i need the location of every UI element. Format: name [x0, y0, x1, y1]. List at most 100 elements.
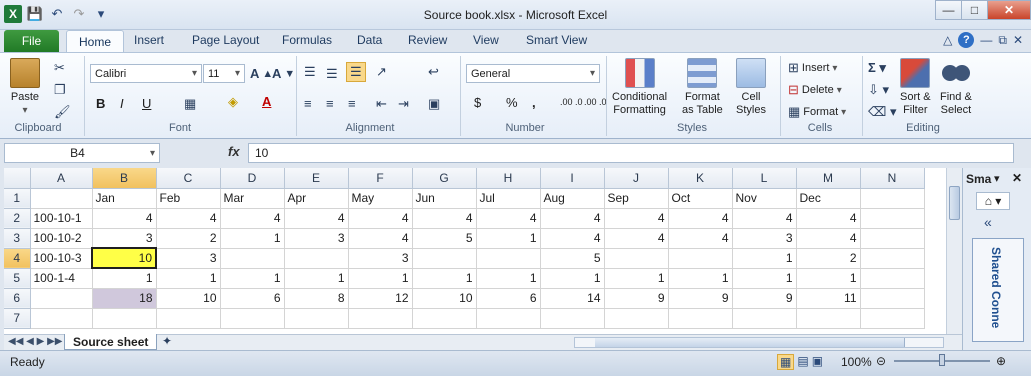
- cell-h2[interactable]: 4: [476, 208, 541, 229]
- cell-table[interactable]: ABCDEFGHIJKLMN 1 Jan Feb Mar Apr May Jun Jul Aug…: [4, 168, 925, 329]
- cell-b3[interactable]: 3: [92, 228, 157, 249]
- cell-d5[interactable]: 1: [220, 268, 285, 289]
- cell-j2[interactable]: 4: [604, 208, 669, 229]
- cell-e1[interactable]: Apr: [284, 188, 349, 209]
- cell-m4[interactable]: 2: [796, 248, 861, 269]
- cell-d4[interactable]: [220, 248, 285, 269]
- fill-color-icon[interactable]: ◈: [228, 94, 238, 110]
- cell-m1[interactable]: Dec: [796, 188, 861, 209]
- cell-a4[interactable]: 100-10-3: [30, 248, 93, 269]
- cell-f4[interactable]: 3: [348, 248, 413, 269]
- cell-d2[interactable]: 4: [220, 208, 285, 229]
- column-header-i[interactable]: I: [540, 168, 605, 189]
- cell-a2[interactable]: 100-10-1: [30, 208, 93, 229]
- page-layout-view-icon[interactable]: ▤: [797, 354, 808, 370]
- cell-j5[interactable]: 1: [604, 268, 669, 289]
- clear-icon[interactable]: ⌫ ▾: [868, 104, 897, 120]
- percent-button[interactable]: %: [506, 95, 518, 110]
- cell-j7[interactable]: [604, 308, 669, 329]
- cell-b6[interactable]: 18: [92, 288, 157, 309]
- cell-g4[interactable]: [412, 248, 477, 269]
- cell-e2[interactable]: 4: [284, 208, 349, 229]
- align-left-icon[interactable]: ≡: [304, 96, 312, 111]
- row-header[interactable]: 2: [4, 208, 31, 229]
- cell-n2[interactable]: [860, 208, 925, 229]
- row-header[interactable]: 6: [4, 288, 31, 309]
- cell-g6[interactable]: 10: [412, 288, 477, 309]
- select-all-corner[interactable]: [4, 168, 31, 189]
- autosum-icon[interactable]: Σ ▾: [868, 60, 886, 76]
- cell-b1[interactable]: Jan: [92, 188, 157, 209]
- column-header-k[interactable]: K: [668, 168, 733, 189]
- column-header-f[interactable]: F: [348, 168, 413, 189]
- row-header[interactable]: 7: [4, 308, 31, 329]
- horizontal-scroll-thumb[interactable]: [595, 338, 905, 347]
- cell-c5[interactable]: 1: [156, 268, 221, 289]
- tab-data[interactable]: Data: [357, 33, 382, 47]
- home-icon[interactable]: ⌂ ▾: [976, 192, 1010, 210]
- column-header-a[interactable]: A: [30, 168, 93, 189]
- cell-c3[interactable]: 2: [156, 228, 221, 249]
- column-header-d[interactable]: D: [220, 168, 285, 189]
- zoom-in-icon[interactable]: ⊕: [996, 354, 1006, 368]
- copy-icon[interactable]: ❐: [54, 82, 66, 98]
- tab-view[interactable]: View: [473, 33, 499, 47]
- decrease-decimal-button[interactable]: .00 .0: [584, 97, 607, 107]
- cell-i6[interactable]: 14: [540, 288, 605, 309]
- cell-n4[interactable]: [860, 248, 925, 269]
- cell-a6[interactable]: [30, 288, 93, 309]
- close-button[interactable]: ✕: [987, 0, 1031, 20]
- cell-k4[interactable]: [668, 248, 733, 269]
- cell-n7[interactable]: [860, 308, 925, 329]
- format-as-table-button[interactable]: Format as Table: [682, 58, 723, 117]
- cell-m5[interactable]: 1: [796, 268, 861, 289]
- tab-smart-view[interactable]: Smart View: [526, 33, 587, 47]
- delete-cells-button[interactable]: ⊟ Delete ▾: [788, 82, 842, 98]
- doc-restore-icon[interactable]: ⧉: [998, 33, 1007, 48]
- minimize-ribbon-icon[interactable]: △: [943, 33, 952, 47]
- sort-filter-button[interactable]: Sort & Filter: [900, 58, 931, 117]
- tab-home[interactable]: Home: [66, 30, 125, 53]
- currency-button[interactable]: $: [474, 95, 481, 110]
- row-header[interactable]: 4: [4, 248, 31, 269]
- sheet-nav-icon[interactable]: ◀◀ ◀ ▶ ▶▶: [8, 336, 62, 347]
- cell-g7[interactable]: [412, 308, 477, 329]
- cell-m6[interactable]: 11: [796, 288, 861, 309]
- cell-e6[interactable]: 8: [284, 288, 349, 309]
- cell-e5[interactable]: 1: [284, 268, 349, 289]
- cell-i4[interactable]: 5: [540, 248, 605, 269]
- row-header[interactable]: 3: [4, 228, 31, 249]
- pane-dropdown-icon[interactable]: ▾: [994, 172, 1000, 185]
- cell-d3[interactable]: 1: [220, 228, 285, 249]
- cell-f5[interactable]: 1: [348, 268, 413, 289]
- cell-f2[interactable]: 4: [348, 208, 413, 229]
- zoom-out-icon[interactable]: ⊝: [876, 354, 886, 368]
- cell-k7[interactable]: [668, 308, 733, 329]
- cell-e3[interactable]: 3: [284, 228, 349, 249]
- cell-c6[interactable]: 10: [156, 288, 221, 309]
- cell-f1[interactable]: May: [348, 188, 413, 209]
- maximize-button[interactable]: □: [961, 0, 988, 20]
- column-header-m[interactable]: M: [796, 168, 861, 189]
- cell-k5[interactable]: 1: [668, 268, 733, 289]
- name-box[interactable]: B4 ▾: [4, 143, 160, 163]
- paste-button[interactable]: Paste ▾: [10, 58, 40, 117]
- tab-file[interactable]: File: [4, 30, 59, 52]
- cell-e7[interactable]: [284, 308, 349, 329]
- borders-icon[interactable]: ▦: [184, 96, 196, 112]
- cell-h4[interactable]: [476, 248, 541, 269]
- cell-styles-button[interactable]: Cell Styles: [736, 58, 766, 117]
- cell-m2[interactable]: 4: [796, 208, 861, 229]
- cell-n3[interactable]: [860, 228, 925, 249]
- align-middle-icon[interactable]: ☰: [326, 66, 338, 82]
- horizontal-scrollbar[interactable]: [574, 337, 944, 348]
- format-painter-icon[interactable]: 🖌: [54, 104, 71, 120]
- cell-k2[interactable]: 4: [668, 208, 733, 229]
- cell-j6[interactable]: 9: [604, 288, 669, 309]
- formula-input[interactable]: 10: [248, 143, 1014, 163]
- tab-page-layout[interactable]: Page Layout: [192, 33, 259, 47]
- wrap-text-icon[interactable]: ↩: [428, 64, 439, 80]
- cell-g1[interactable]: Jun: [412, 188, 477, 209]
- cell-l4[interactable]: 1: [732, 248, 797, 269]
- italic-button[interactable]: I: [120, 96, 124, 111]
